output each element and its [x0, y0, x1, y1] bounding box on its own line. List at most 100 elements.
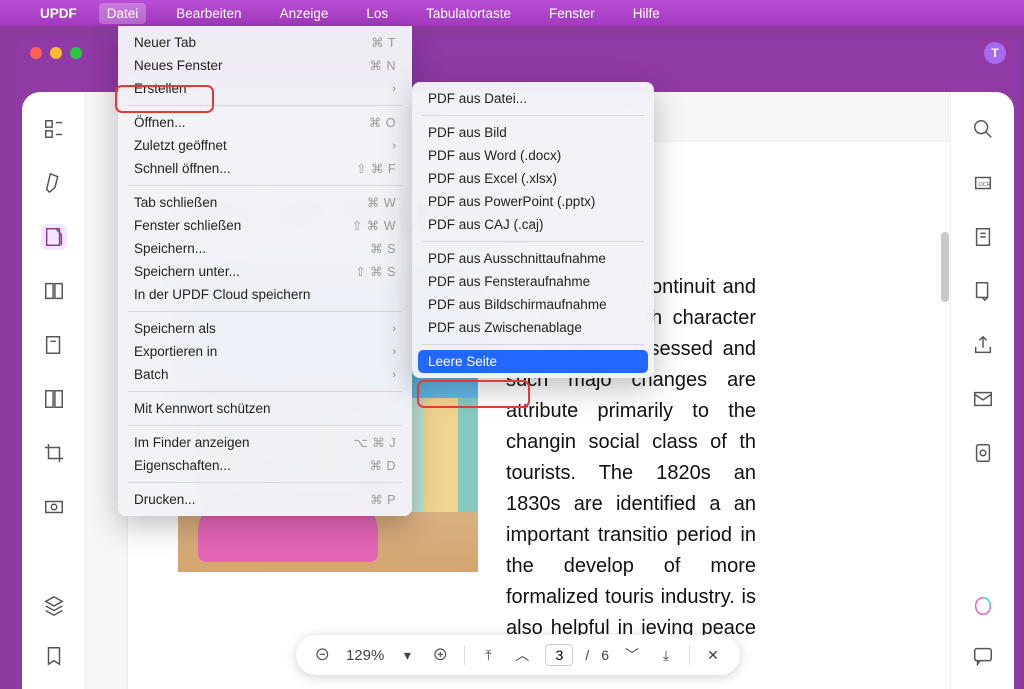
menu-item[interactable]: PDF aus Bild: [412, 121, 654, 144]
menu-item-label: PDF aus Fensteraufnahme: [428, 274, 590, 289]
menu-item-label: Mit Kennwort schützen: [134, 401, 271, 416]
ocr-icon[interactable]: OCR: [970, 170, 996, 196]
menu-item[interactable]: Speichern...⌘ S: [118, 237, 412, 260]
menu-item[interactable]: PDF aus Datei...: [412, 87, 654, 110]
menu-tabulator[interactable]: Tabulatortaste: [418, 3, 519, 24]
menu-separator: [128, 105, 402, 106]
comment-icon[interactable]: [970, 643, 996, 669]
menu-item[interactable]: Batch›: [118, 363, 412, 386]
menu-separator: [128, 482, 402, 483]
menu-item[interactable]: Schnell öffnen...⇧ ⌘ F: [118, 157, 412, 180]
book-icon[interactable]: [41, 278, 67, 304]
user-avatar[interactable]: T: [984, 42, 1006, 64]
menu-item-label: Exportieren in: [134, 344, 217, 359]
menu-item-label: PDF aus Ausschnittaufnahme: [428, 251, 606, 266]
app-name[interactable]: UPDF: [40, 6, 77, 21]
menu-item[interactable]: Speichern unter...⇧ ⌘ S: [118, 260, 412, 283]
menu-item[interactable]: Neuer Tab ⌘ T: [118, 31, 412, 54]
menu-separator: [128, 391, 402, 392]
menu-item-label: Schnell öffnen...: [134, 161, 231, 176]
form-icon[interactable]: [41, 332, 67, 358]
menu-fenster[interactable]: Fenster: [541, 3, 603, 24]
prev-page-button[interactable]: ︿: [511, 644, 533, 666]
menu-item-label: PDF aus PowerPoint (.pptx): [428, 194, 595, 209]
menu-item-label: Batch: [134, 367, 169, 382]
menu-item-label: Neuer Tab: [134, 35, 196, 50]
zoom-traffic-light[interactable]: [70, 47, 82, 59]
menu-item[interactable]: Drucken...⌘ P: [118, 488, 412, 511]
menu-anzeige[interactable]: Anzeige: [272, 3, 337, 24]
menu-item[interactable]: PDF aus Word (.docx): [412, 144, 654, 167]
search-icon[interactable]: [970, 116, 996, 142]
page-total: 6: [601, 647, 609, 663]
last-page-button[interactable]: ⤓: [655, 644, 677, 666]
menu-item[interactable]: PDF aus Bildschirmaufnahme: [412, 293, 654, 316]
right-sidebar: OCR: [950, 92, 1014, 689]
menu-los[interactable]: Los: [358, 3, 396, 24]
first-page-button[interactable]: ⤒: [477, 644, 499, 666]
menu-hilfe[interactable]: Hilfe: [625, 3, 668, 24]
datei-menu: Neuer Tab ⌘ T Neues Fenster⌘ NErstellen› Öf…: [118, 26, 412, 516]
app-logo-icon[interactable]: [970, 593, 996, 619]
zoom-out-button[interactable]: [312, 644, 334, 666]
highlighter-icon[interactable]: [41, 170, 67, 196]
layers-icon[interactable]: [41, 593, 67, 619]
annotate-icon[interactable]: [41, 224, 67, 250]
menu-item[interactable]: Öffnen...⌘ O: [118, 111, 412, 134]
organize-icon[interactable]: [41, 386, 67, 412]
menu-shortcut: ⌥ ⌘ J: [353, 435, 396, 450]
menu-item[interactable]: Mit Kennwort schützen: [118, 397, 412, 420]
menu-item[interactable]: Leere Seite: [418, 350, 648, 373]
scrollbar-thumb[interactable]: [941, 232, 949, 302]
menu-item[interactable]: Im Finder anzeigen⌥ ⌘ J: [118, 431, 412, 454]
menu-item-label: PDF aus Word (.docx): [428, 148, 561, 163]
menu-item[interactable]: In der UPDF Cloud speichern: [118, 283, 412, 306]
protect-icon[interactable]: [970, 440, 996, 466]
submenu-arrow-icon: ›: [392, 83, 396, 95]
left-sidebar: [22, 92, 86, 689]
submenu-arrow-icon: ›: [392, 140, 396, 152]
menu-item[interactable]: PDF aus PowerPoint (.pptx): [412, 190, 654, 213]
menu-item[interactable]: PDF aus CAJ (.caj): [412, 213, 654, 236]
zoom-in-button[interactable]: [430, 644, 452, 666]
export-icon[interactable]: [970, 278, 996, 304]
next-page-button[interactable]: ﹀: [621, 644, 643, 666]
menu-item[interactable]: PDF aus Fensteraufnahme: [412, 270, 654, 293]
menu-item[interactable]: PDF aus Zwischenablage: [412, 316, 654, 339]
close-toolbar-button[interactable]: ✕: [702, 644, 724, 666]
menu-bearbeiten[interactable]: Bearbeiten: [168, 3, 249, 24]
menu-item[interactable]: Erstellen›: [118, 77, 412, 100]
menu-item[interactable]: Tab schließen⌘ W: [118, 191, 412, 214]
page-input[interactable]: [545, 644, 573, 666]
menu-shortcut: ⌘ S: [370, 241, 396, 256]
email-icon[interactable]: [970, 386, 996, 412]
menu-item-label: Eigenschaften...: [134, 458, 231, 473]
menu-item[interactable]: Exportieren in ›: [118, 340, 412, 363]
menu-item-label: Öffnen...: [134, 115, 186, 130]
menu-item[interactable]: Fenster schließen⇧ ⌘ W: [118, 214, 412, 237]
menu-item-label: Neues Fenster: [134, 58, 223, 73]
menu-item[interactable]: Neues Fenster⌘ N: [118, 54, 412, 77]
menu-separator: [128, 311, 402, 312]
crop-icon[interactable]: [41, 440, 67, 466]
menu-shortcut: ⌘ T: [371, 35, 396, 50]
menu-shortcut: ⌘ P: [370, 492, 396, 507]
menu-datei[interactable]: Datei: [99, 3, 147, 24]
close-traffic-light[interactable]: [30, 47, 42, 59]
menu-item[interactable]: Eigenschaften...⌘ D: [118, 454, 412, 477]
submenu-arrow-icon: ›: [392, 346, 396, 358]
share-icon[interactable]: [970, 332, 996, 358]
zoom-level[interactable]: 129%: [346, 647, 384, 664]
menu-item[interactable]: PDF aus Ausschnittaufnahme: [412, 247, 654, 270]
compress-icon[interactable]: [970, 224, 996, 250]
minimize-traffic-light[interactable]: [50, 47, 62, 59]
menu-shortcut: ⇧ ⌘ W: [352, 218, 396, 233]
thumbnails-icon[interactable]: [41, 116, 67, 142]
menu-item[interactable]: PDF aus Excel (.xlsx): [412, 167, 654, 190]
zoom-dropdown[interactable]: ▾: [396, 644, 418, 666]
redact-icon[interactable]: [41, 494, 67, 520]
bookmark-icon[interactable]: [41, 643, 67, 669]
menu-item[interactable]: Zuletzt geöffnet›: [118, 134, 412, 157]
page-toolbar: 129% ▾ ⤒ ︿ / 6 ﹀ ⤓ ✕: [296, 635, 740, 675]
menu-item[interactable]: Speichern als›: [118, 317, 412, 340]
